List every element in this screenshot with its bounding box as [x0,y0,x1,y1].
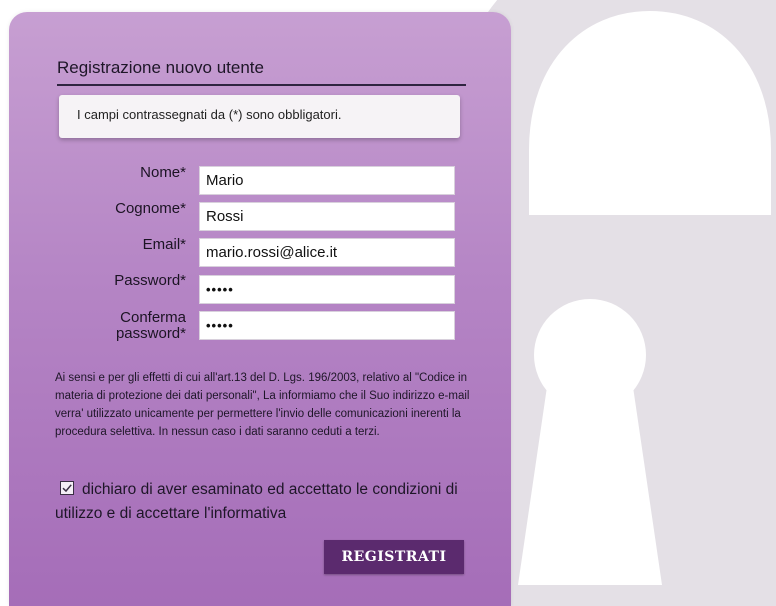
checkmark-icon [62,484,72,493]
cognome-label: Cognome* [115,200,186,217]
page: Registrazione nuovo utente I campi contr… [0,0,776,606]
conferma-password-label: Conferma password* [66,310,186,342]
cognome-input[interactable] [199,202,455,231]
consent-label: dichiaro di aver esaminato ed accettato … [55,481,458,522]
conferma-label-line2: password* [115,325,186,342]
conferma-password-input[interactable] [199,311,455,340]
required-fields-notice: I campi contrassegnati da (*) sono obbli… [59,95,460,138]
email-label: Email* [142,236,186,253]
form-title: Registrazione nuovo utente [57,58,466,86]
register-button[interactable]: REGISTRATI [324,540,464,574]
conferma-label-line1: Conferma [120,309,186,326]
nome-label: Nome* [140,164,186,181]
consent-checkbox[interactable] [60,481,74,495]
privacy-notice: Ai sensi e per gli effetti di cui all'ar… [55,372,470,438]
consent-row: dichiaro di aver esaminato ed accettato … [55,478,485,526]
password-label: Password* [114,272,186,289]
password-input[interactable] [199,275,455,304]
nome-input[interactable] [199,166,455,195]
email-input[interactable] [199,238,455,267]
